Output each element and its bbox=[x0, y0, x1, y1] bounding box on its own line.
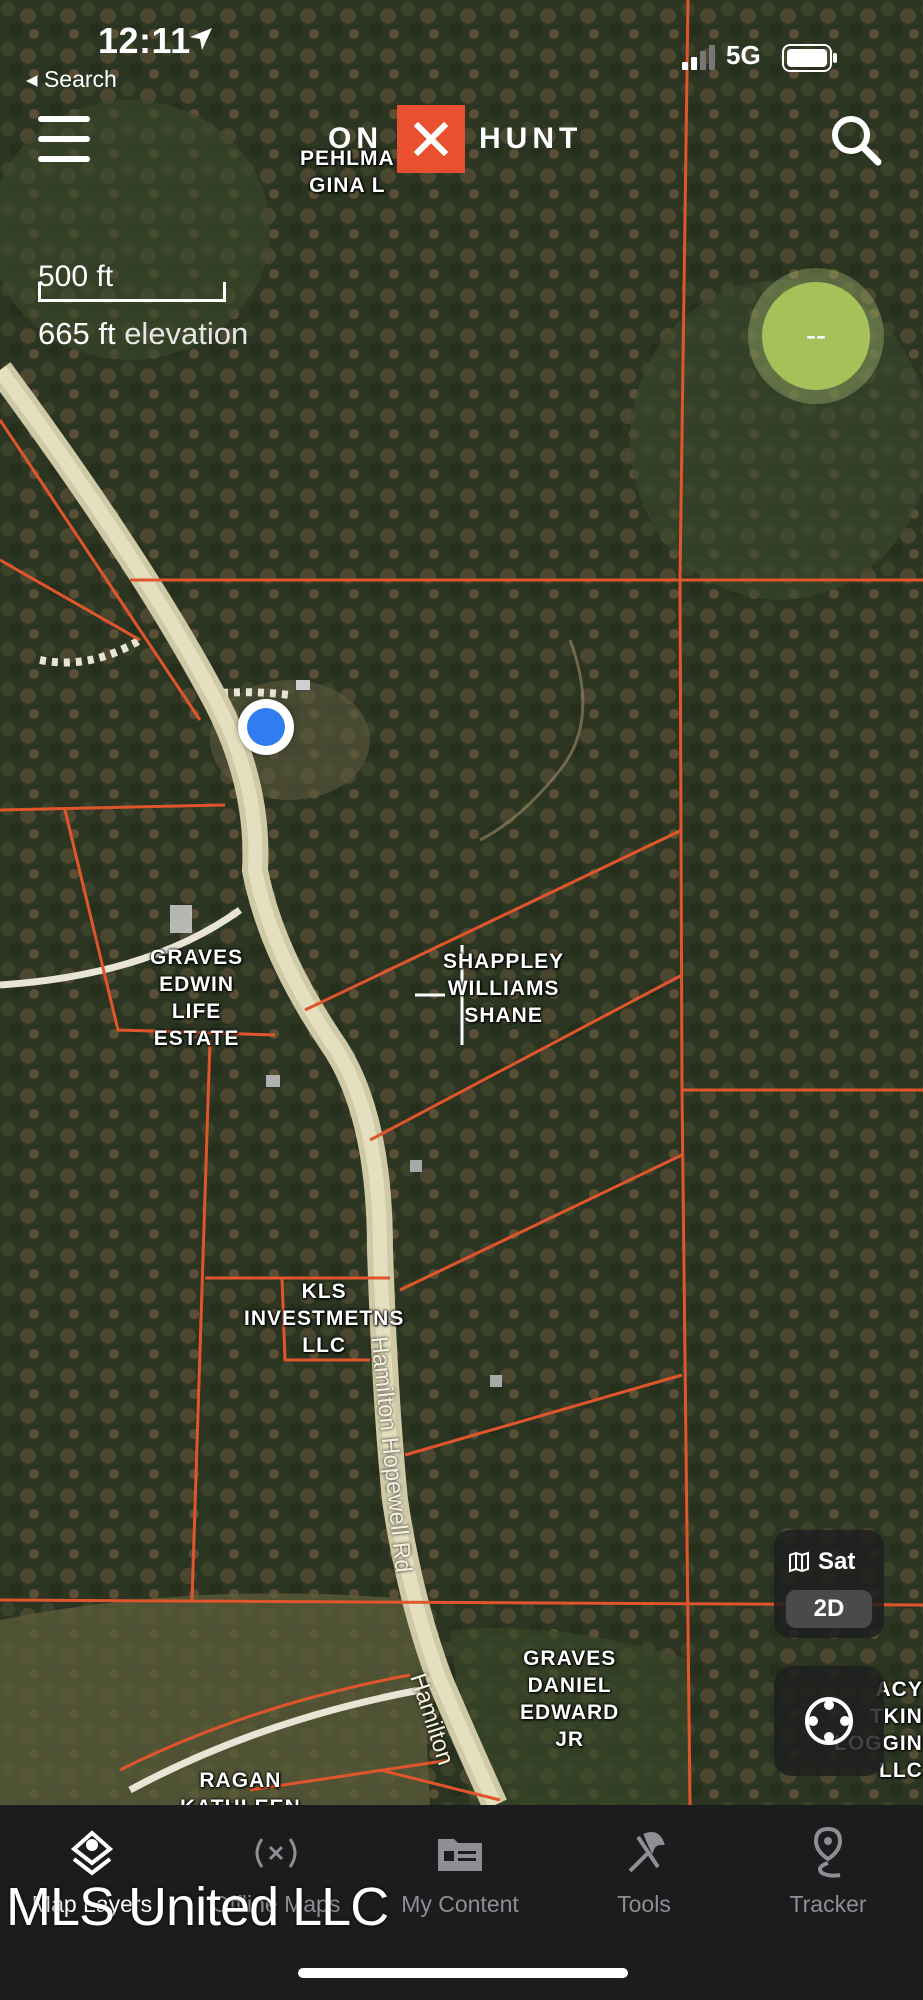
compass-button[interactable] bbox=[774, 1666, 884, 1776]
logo-x-icon bbox=[397, 105, 465, 173]
compass-icon bbox=[805, 1697, 853, 1745]
view-mode-toggle[interactable]: 2D bbox=[786, 1590, 872, 1628]
gps-accuracy-value: -- bbox=[762, 282, 870, 390]
map-icon bbox=[789, 1551, 809, 1573]
battery-icon bbox=[782, 44, 837, 72]
logo-word-hunt: HUNT bbox=[479, 122, 583, 155]
scale-bar bbox=[38, 282, 226, 302]
tab-tools[interactable]: Tools bbox=[554, 1825, 734, 1918]
home-indicator[interactable] bbox=[298, 1968, 628, 1978]
tab-label: Tools bbox=[617, 1891, 671, 1917]
content-icon bbox=[438, 1839, 482, 1871]
network-type: 5G bbox=[726, 40, 761, 70]
elevation-suffix: elevation bbox=[124, 316, 249, 351]
basemap-toggle[interactable]: Sat 2D bbox=[774, 1530, 884, 1638]
tools-icon bbox=[628, 1832, 665, 1873]
parcel-label-shappley[interactable]: SHAPPLEY WILLIAMS SHANE bbox=[443, 948, 564, 1029]
basemap-type-label: Sat bbox=[818, 1548, 856, 1575]
elevation-value: 665 ft bbox=[38, 316, 116, 351]
location-arrow-icon bbox=[190, 28, 212, 50]
parcel-label-graves-edwin[interactable]: GRAVES EDWIN LIFE ESTATE bbox=[150, 944, 243, 1052]
menu-button[interactable] bbox=[38, 116, 90, 162]
tab-tracker[interactable]: Tracker bbox=[738, 1825, 918, 1918]
watermark: MLS United LLC bbox=[6, 1877, 389, 1937]
gps-accuracy-button[interactable]: -- bbox=[748, 268, 884, 404]
signal-icon bbox=[682, 45, 715, 70]
tab-label: Tracker bbox=[789, 1891, 867, 1917]
tab-label: My Content bbox=[401, 1891, 519, 1917]
search-icon[interactable] bbox=[828, 112, 884, 168]
parcel-label-graves-daniel[interactable]: GRAVES DANIEL EDWARD JR bbox=[520, 1645, 619, 1753]
elevation-readout: 665 ft elevation bbox=[38, 316, 248, 352]
logo-word-on: ON bbox=[328, 122, 383, 155]
tracker-icon bbox=[813, 1826, 843, 1878]
onx-hunt-logo: ON HUNT bbox=[328, 104, 582, 174]
back-to-search[interactable]: ◂ Search bbox=[26, 66, 117, 93]
tab-my-content[interactable]: My Content bbox=[370, 1825, 550, 1918]
back-label: Search bbox=[43, 66, 117, 92]
basemap-type[interactable]: Sat bbox=[788, 1548, 855, 1576]
offline-icon bbox=[255, 1838, 297, 1868]
layers-icon bbox=[70, 1830, 114, 1876]
status-time: 12:11 bbox=[98, 20, 191, 61]
parcel-label-ragan[interactable]: RAGAN KATHLEEN bbox=[180, 1767, 301, 1805]
current-location-marker bbox=[238, 699, 294, 755]
